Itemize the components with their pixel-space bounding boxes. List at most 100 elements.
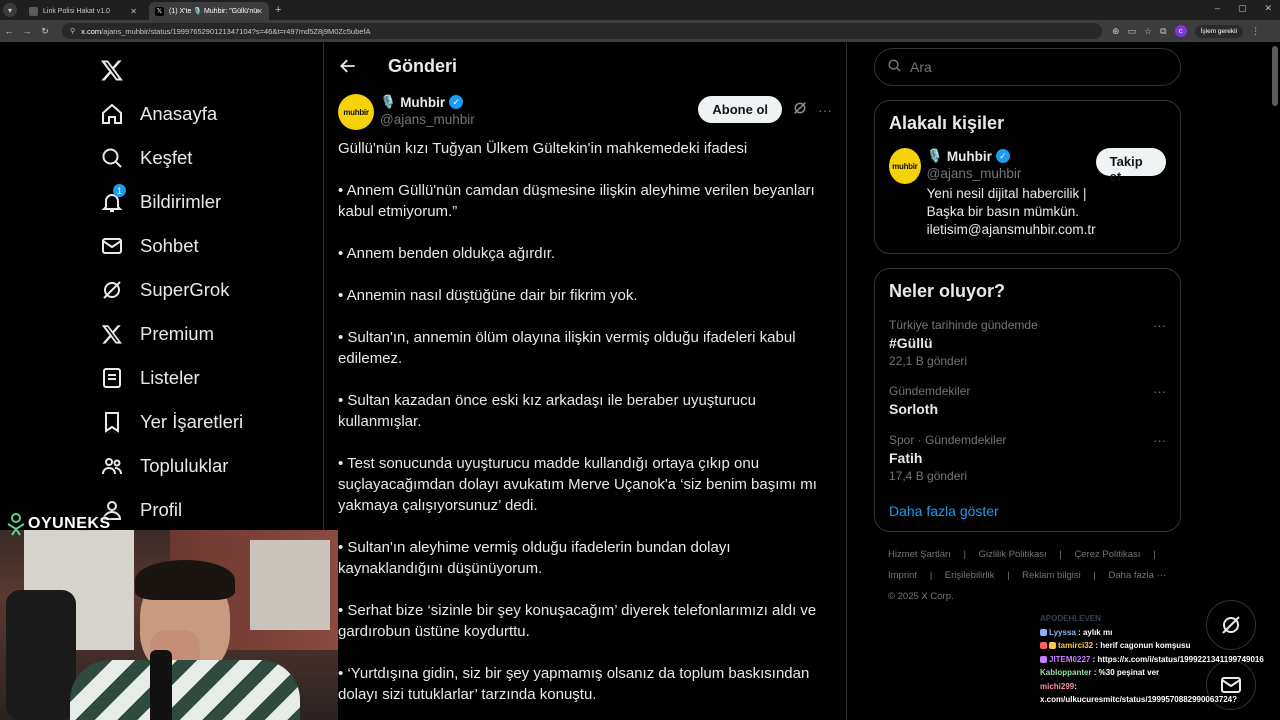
nav-label: Profil: [140, 499, 183, 520]
profile-avatar[interactable]: c: [1174, 25, 1187, 37]
action-required-button[interactable]: İşlem gerekli: [1194, 24, 1244, 38]
browser-tab[interactable]: Link Polisi Hakat v1.0 ✕: [23, 2, 143, 20]
new-tab-icon[interactable]: +: [275, 4, 281, 16]
reload-icon[interactable]: ↻: [36, 26, 54, 37]
forward-icon[interactable]: →: [18, 26, 36, 36]
microphone-icon: 🎙️: [926, 148, 943, 163]
chat-text: x.com/ulkucuresmitc/status/1999570882990…: [1040, 695, 1238, 704]
minimize-icon[interactable]: –: [1215, 3, 1220, 14]
post-paragraph: • ‘Yurtdışına gidin, siz bir şey yapmamı…: [338, 665, 810, 703]
footer-row: Imprint | Erişilebilirlik | Reklam bilgi…: [888, 565, 1181, 586]
footer-link[interactable]: Gizlilik Politikası: [979, 549, 1047, 560]
chat-text: : aylık mı: [1078, 627, 1113, 637]
nav-item-profile[interactable]: Profil: [90, 488, 320, 532]
chat-username: JITEM0227: [1049, 654, 1091, 664]
trend-context: Gündemdekiler: [889, 384, 971, 398]
nav-item-supergrok[interactable]: SuperGrok: [90, 268, 320, 312]
show-more-link[interactable]: Daha fazla göster: [875, 491, 1180, 531]
author-name-row[interactable]: 🎙️ Muhbir ✓: [380, 94, 475, 110]
more-options-icon[interactable]: ···: [1153, 433, 1166, 448]
footer-more-link[interactable]: Daha fazla ···: [1109, 570, 1167, 581]
cast-icon[interactable]: ▭: [1128, 26, 1137, 37]
chat-badge-icon: [1040, 642, 1047, 649]
footer-row: Hizmet Şartları | Gizlilik Politikası | …: [888, 544, 1181, 565]
nav-item-home[interactable]: Anasayfa: [90, 92, 320, 136]
browser-tab-active[interactable]: 𝕏 (1) X'te 🎙️ Muhbir: "Güllü'nün ... ✕: [149, 2, 269, 20]
footer-link[interactable]: Erişilebilirlik: [945, 570, 995, 581]
nav-item-premium[interactable]: Premium: [90, 312, 320, 356]
post-paragraph: • Sultan'ın, annemin ölüm olayına ilişki…: [338, 329, 796, 367]
mail-icon: [90, 234, 134, 258]
footer-separator: |: [929, 570, 933, 581]
related-avatar[interactable]: muhbir: [889, 148, 921, 184]
right-sidebar: Ara Alakalı kişiler muhbir 🎙️ Muhbir ✓ @…: [874, 42, 1181, 607]
site-info-icon[interactable]: ⚲: [70, 27, 75, 35]
x-logo-icon[interactable]: [90, 48, 134, 92]
tab-search-icon[interactable]: ▾: [3, 3, 17, 17]
trend-item[interactable]: Gündemdekiler Sorloth ···: [875, 376, 1180, 425]
related-people-card: Alakalı kişiler muhbir 🎙️ Muhbir ✓ @ajan…: [874, 100, 1181, 254]
footer-link[interactable]: Imprint: [888, 570, 917, 581]
nav-label: Keşfet: [140, 147, 193, 168]
nav-item-explore[interactable]: Keşfet: [90, 136, 320, 180]
footer-link[interactable]: Çerez Politikası: [1074, 549, 1140, 560]
follow-button[interactable]: Takip et: [1095, 148, 1166, 184]
trends-card: Neler oluyor? Türkiye tarihinde gündemde…: [874, 268, 1181, 532]
search-box[interactable]: Ara: [874, 48, 1181, 86]
nav-label: Topluluklar: [140, 455, 229, 476]
webcam-frame: [250, 540, 330, 630]
nav-item-lists[interactable]: Listeler: [90, 356, 320, 400]
post-paragraph: • Test sonucunda uyuşturucu madde kullan…: [338, 455, 817, 514]
close-window-icon[interactable]: ✕: [1264, 3, 1272, 14]
page-scrollbar[interactable]: [1272, 46, 1278, 106]
tab-close-icon[interactable]: ✕: [256, 7, 263, 16]
back-arrow-icon[interactable]: [324, 56, 372, 76]
chat-message: michi299:: [1040, 680, 1280, 694]
more-options-icon[interactable]: ···: [1153, 318, 1166, 333]
nav-item-communities[interactable]: Topluluklar: [90, 444, 320, 488]
list-icon: [90, 366, 134, 390]
nav-label: Listeler: [140, 367, 200, 388]
maximize-icon[interactable]: ▢: [1238, 3, 1247, 14]
chat-message: Kabloppanter : %30 peşinat ver: [1040, 666, 1280, 680]
footer-separator: |: [1059, 549, 1062, 560]
browser-menu-icon[interactable]: ⋮: [1251, 26, 1260, 37]
footer-row: © 2025 X Corp.: [888, 586, 1181, 607]
footer-separator: |: [1007, 570, 1010, 581]
grok-icon[interactable]: [792, 100, 808, 119]
tab-close-icon[interactable]: ✕: [130, 7, 137, 16]
more-options-icon[interactable]: ···: [1153, 384, 1166, 399]
trend-item[interactable]: Spor · Gündemdekiler Fatih 17,4 B gönder…: [875, 425, 1180, 491]
post-paragraph: • Annem Güllü'nün camdan düşmesine ilişk…: [338, 182, 815, 220]
subscribe-button[interactable]: Abone ol: [698, 96, 782, 123]
author-avatar[interactable]: muhbir: [338, 94, 374, 130]
related-person[interactable]: muhbir 🎙️ Muhbir ✓ @ajans_muhbir Yeni ne…: [875, 134, 1180, 253]
url-path: /ajans_muhbir/status/1999765290121347104…: [101, 26, 371, 36]
chat-message: Lyyssa : aylık mı: [1040, 626, 1280, 640]
more-options-icon[interactable]: ···: [818, 102, 832, 118]
address-bar[interactable]: ⚲ x.com /ajans_muhbir/status/19997652901…: [62, 23, 1102, 39]
chat-message: APODEHLEVEN: [1040, 612, 1280, 626]
nav-item-messages[interactable]: Sohbet: [90, 224, 320, 268]
nav-label: Sohbet: [140, 235, 199, 256]
star-icon[interactable]: ☆: [1144, 26, 1152, 37]
extensions-icon[interactable]: ⧉: [1160, 26, 1166, 37]
trend-count: 17,4 B gönderi: [889, 469, 968, 483]
trend-item[interactable]: Türkiye tarihinde gündemde #Güllü 22,1 B…: [875, 310, 1180, 376]
footer-link[interactable]: Reklam bilgisi: [1022, 570, 1081, 581]
back-icon[interactable]: ←: [0, 26, 18, 36]
nav-item-bookmarks[interactable]: Yer İşaretleri: [90, 400, 320, 444]
nav-label: Yer İşaretleri: [140, 411, 244, 432]
page-title: Gönderi: [388, 55, 458, 76]
nav-item-notifications[interactable]: 1 Bildirimler: [90, 180, 320, 224]
bookmark-icon: [90, 410, 134, 434]
footer-link[interactable]: Hizmet Şartları: [888, 549, 951, 560]
zoom-icon[interactable]: ⊕: [1112, 26, 1120, 37]
webcam-overlay: [0, 530, 338, 720]
favicon-icon: [29, 6, 38, 16]
author-handle[interactable]: @ajans_muhbir: [380, 112, 475, 127]
toolbar-actions: ⊕ ▭ ☆ ⧉ c İşlem gerekli ⋮: [1112, 24, 1260, 38]
webcam-person-body: [70, 660, 300, 720]
chat-message: tamirci32 : herif cagonun komşusu: [1040, 639, 1280, 653]
x-favicon-icon: 𝕏: [155, 6, 164, 16]
